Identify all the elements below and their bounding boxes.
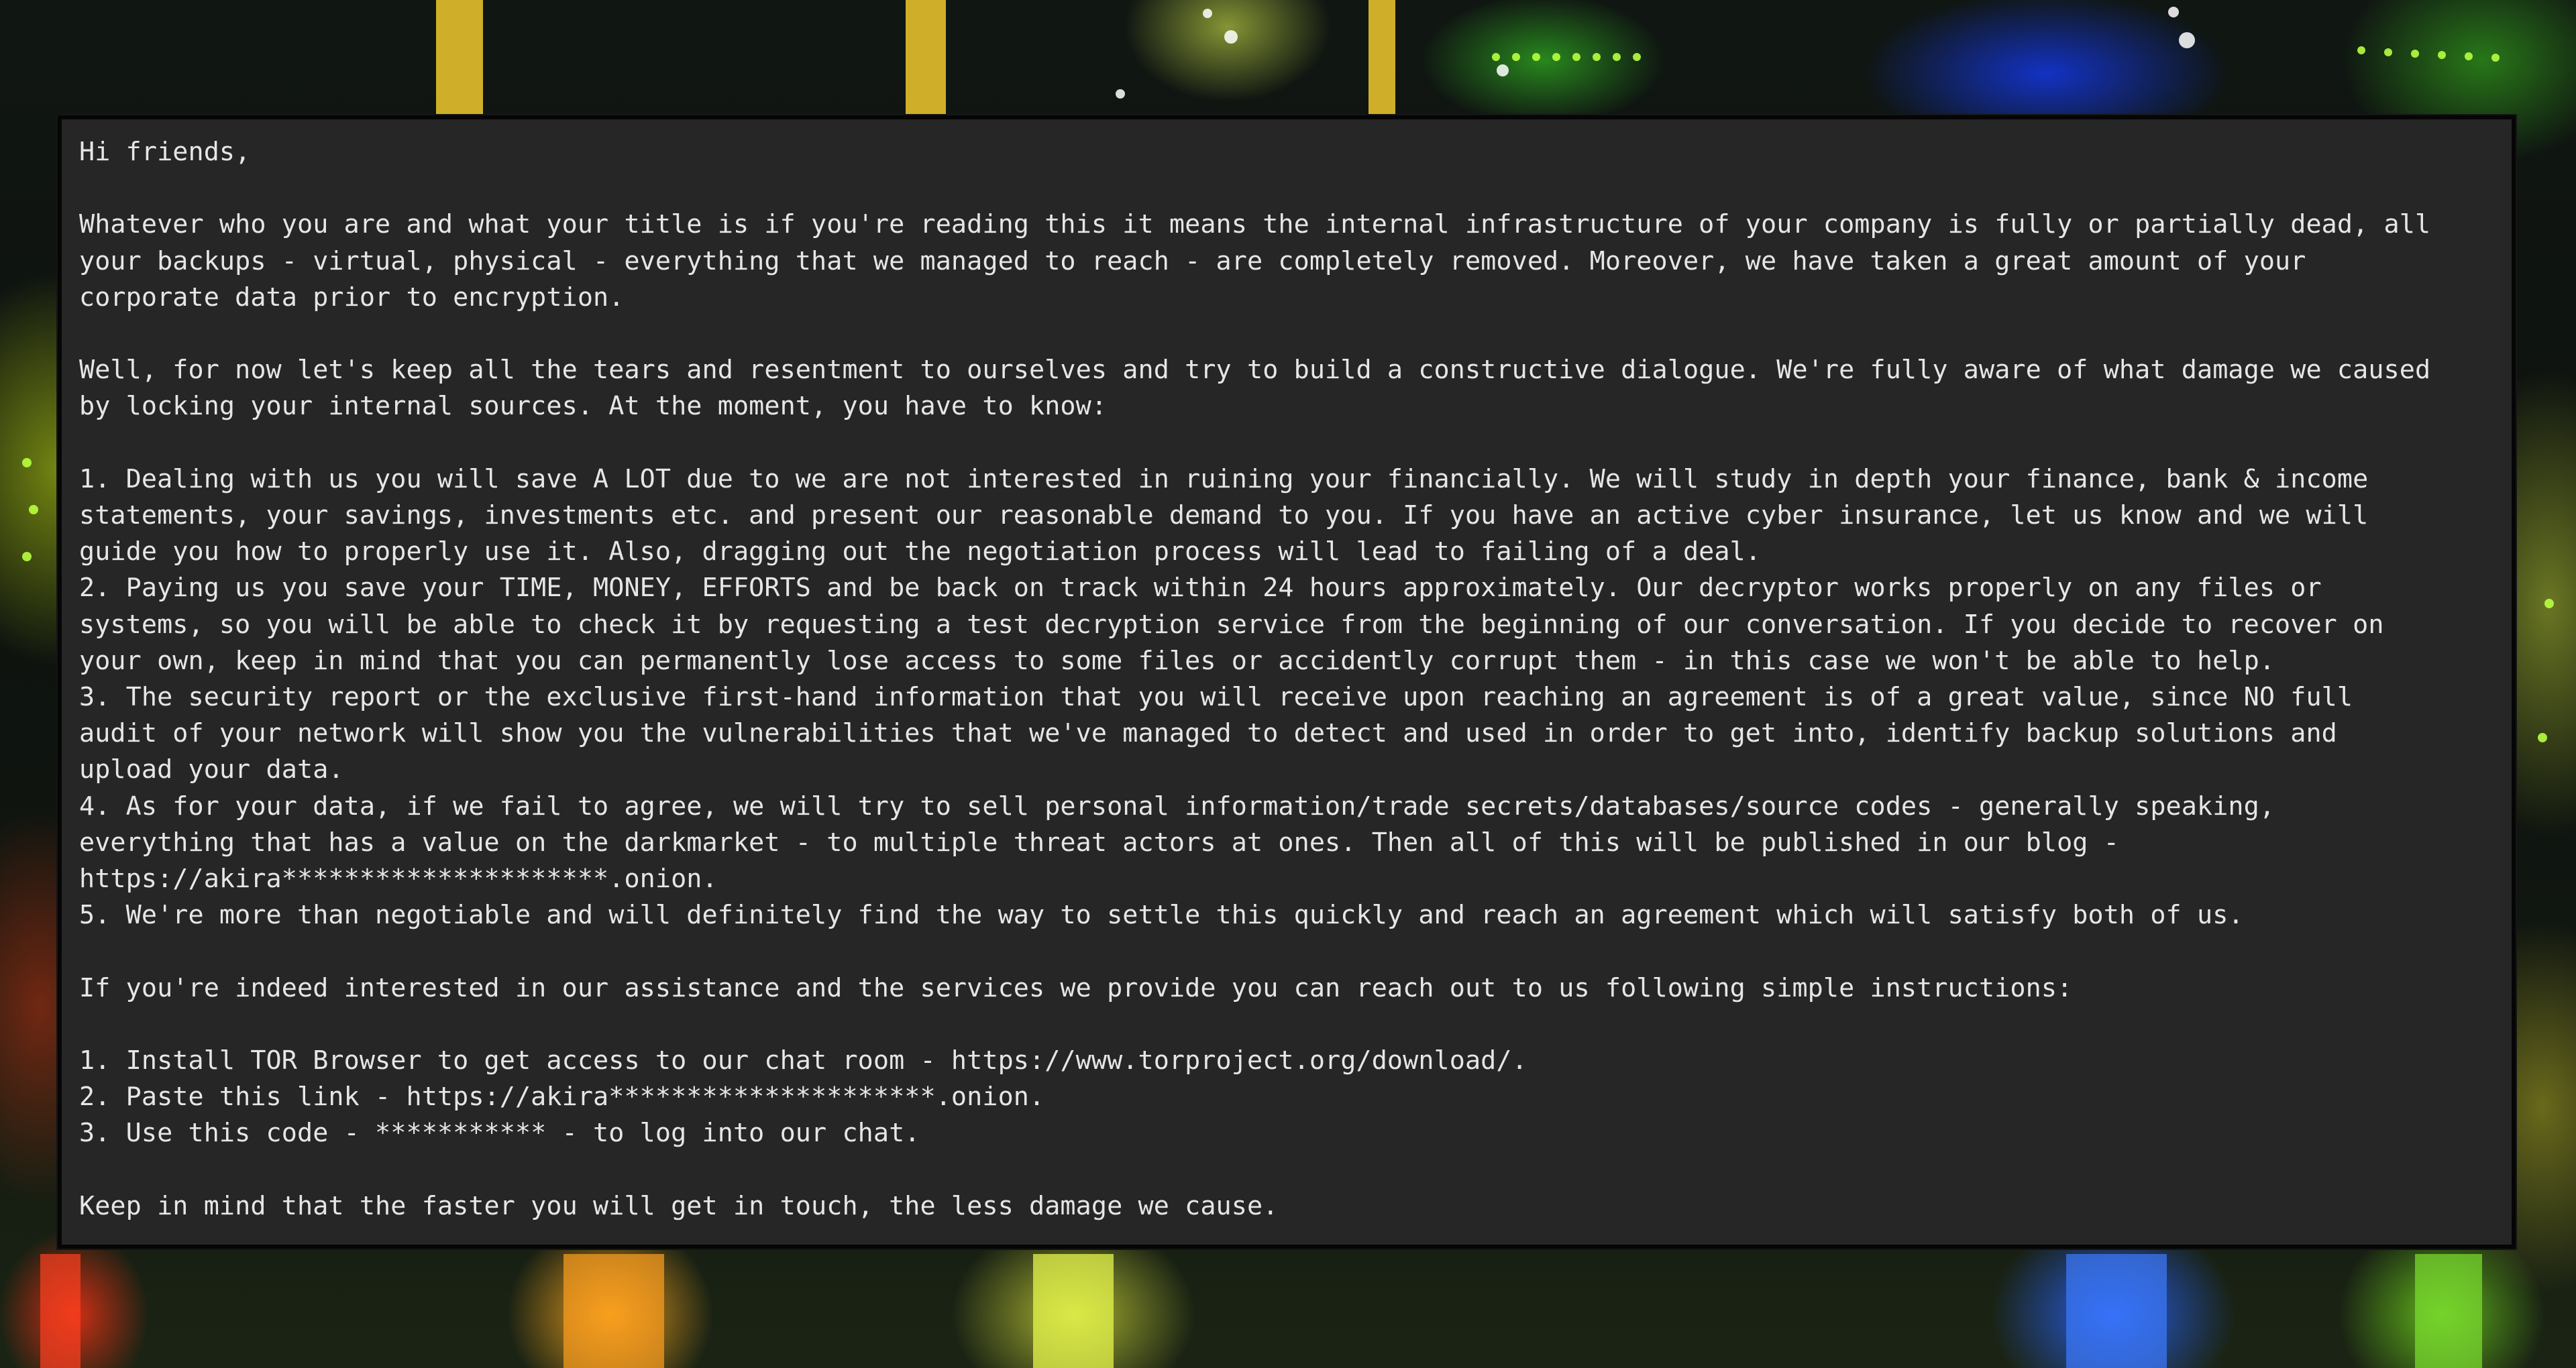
note-line [79, 425, 2512, 461]
note-line: 2. Paying us you save your TIME, MONEY, … [79, 573, 2322, 604]
note-line: 3. The security report or the exclusive … [79, 682, 2353, 712]
note-line: 3. Use this code - *********** - to log … [79, 1118, 920, 1149]
note-line [79, 316, 2512, 352]
note-line: guide you how to properly use it. Also, … [79, 536, 1762, 567]
note-line: If you're indeed interested in our assis… [79, 972, 2073, 1003]
note-line: Keep in mind that the faster you will ge… [79, 1190, 1279, 1221]
note-line: your own, keep in mind that you can perm… [79, 645, 2275, 676]
note-line [79, 1007, 2512, 1043]
ransom-note-text: Hi friends, Whatever who you are and what… [79, 134, 2512, 1224]
note-line [79, 170, 2512, 207]
note-line: 1. Install TOR Browser to get access to … [79, 1045, 1527, 1076]
note-line: upload your data. [79, 754, 344, 785]
note-line: 2. Paste this link - https://akira******… [79, 1082, 1045, 1113]
note-line [79, 933, 2512, 970]
note-line: 4. As for your data, if we fail to agree… [79, 791, 2275, 821]
note-line [79, 1152, 2512, 1188]
note-line: https://akira*********************.onion… [79, 864, 718, 895]
note-line: audit of your network will show you the … [79, 718, 2337, 749]
note-line: 5. We're more than negotiable and will d… [79, 900, 2244, 931]
note-line: your backups - virtual, physical - every… [79, 245, 2306, 276]
note-line: everything that has a value on the darkm… [79, 827, 2119, 858]
note-line: Whatever who you are and what your title… [79, 209, 2431, 240]
note-line: statements, your savings, investments et… [79, 500, 2369, 530]
background-photo: Hi friends, Whatever who you are and what… [0, 0, 2576, 1368]
note-line: Hi friends, [79, 137, 251, 167]
note-line: by locking your internal sources. At the… [79, 391, 1108, 422]
note-line: corporate data prior to encryption. [79, 282, 625, 312]
note-line: systems, so you will be able to check it… [79, 609, 2384, 640]
note-line: Well, for now let's keep all the tears a… [79, 355, 2431, 386]
ransom-note-panel: Hi friends, Whatever who you are and what… [58, 115, 2516, 1249]
note-line: 1. Dealing with us you will save A LOT d… [79, 463, 2369, 494]
